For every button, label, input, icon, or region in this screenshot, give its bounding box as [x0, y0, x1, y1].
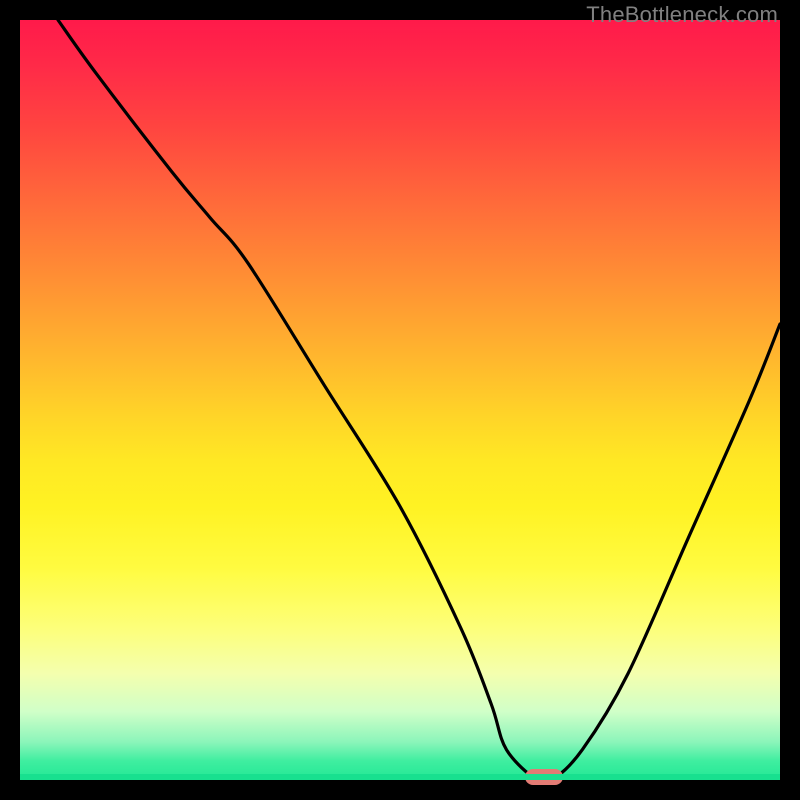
curve-layer	[20, 20, 780, 780]
bottleneck-chart: TheBottleneck.com	[0, 0, 800, 800]
watermark-text: TheBottleneck.com	[586, 2, 778, 28]
bottom-green-band	[20, 774, 780, 780]
bottleneck-curve-path	[58, 20, 780, 784]
plot-area	[20, 20, 780, 780]
